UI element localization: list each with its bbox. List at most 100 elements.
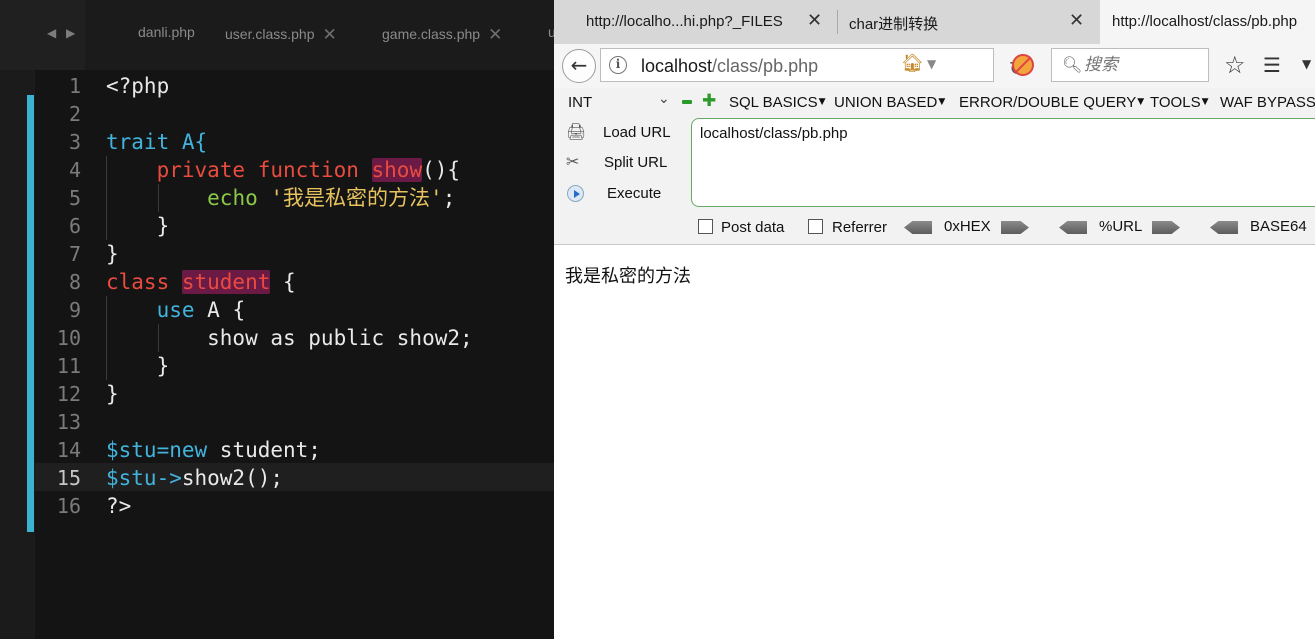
code-editor: ◀ ▶ danli.php user.class.php ✕ game.class… (0, 0, 554, 639)
back-button[interactable]: ← (562, 49, 596, 83)
close-icon[interactable]: ✕ (488, 25, 502, 45)
line-number: 14 (56, 438, 81, 462)
code-line: $stu=new student; (106, 436, 473, 464)
line-number: 8 (68, 270, 81, 294)
bookmark-star-icon[interactable]: ☆ (1224, 51, 1246, 79)
referrer-checkbox[interactable] (808, 219, 823, 234)
block-addon-icon[interactable] (1012, 54, 1034, 76)
url-decode-arrow-icon[interactable] (1059, 221, 1087, 234)
close-icon[interactable]: ✕ (323, 25, 337, 45)
hackbar-url-textarea[interactable]: localhost/class/pb.php (691, 118, 1315, 207)
browser-tab-label: char进制转换 (849, 16, 939, 33)
line-number: 16 (56, 494, 81, 518)
editor-tab[interactable]: game.class.php ✕ (382, 24, 502, 45)
line-number: 6 (68, 214, 81, 238)
code-token: <?php (106, 74, 170, 98)
split-url-button[interactable]: ✂︎ Split URL (564, 150, 694, 176)
hackbar-panel: INT ⌄ ✚ SQL BASICS▼ UNION BASED▼ ERROR/D… (554, 88, 1315, 245)
code-token: $stu=new (106, 438, 208, 462)
home-icon[interactable]: 🏠︎ (901, 53, 924, 74)
url-encoder-label: %URL (1099, 218, 1143, 235)
base64-encoder-label: BASE64 (1250, 218, 1307, 235)
browser-window: http://localho...hi.php?_FILES ✕ char进制转… (554, 0, 1315, 639)
code-area[interactable]: <?php trait A{ private function show(){ … (106, 72, 473, 520)
code-token: } (106, 354, 170, 378)
menu-waf-bypass[interactable]: WAF BYPASS▼ (1220, 94, 1315, 111)
minus-icon[interactable] (682, 100, 692, 104)
editor-tab[interactable]: user.class.php ✕ (225, 24, 337, 45)
code-line: class student { (106, 268, 473, 296)
code-token: ; (442, 186, 456, 210)
close-icon[interactable]: ✕ (807, 10, 822, 31)
type-select-value: INT (568, 94, 593, 111)
browser-tab-active[interactable]: http://localhost/class/pb.php (1100, 0, 1315, 44)
overflow-icon[interactable]: ▼ (1302, 57, 1311, 71)
dropdown-icon[interactable]: ▼ (927, 57, 936, 71)
code-line: ?> (106, 492, 473, 520)
browser-tab-strip: http://localho...hi.php?_FILES ✕ char进制转… (554, 0, 1315, 44)
post-data-label: Post data (721, 219, 785, 236)
execute-button[interactable]: Execute (564, 181, 694, 207)
load-url-button[interactable]: 🖨︎ Load URL (564, 120, 694, 146)
code-token: ?> (106, 494, 132, 518)
search-box[interactable]: 🔍︎ (1051, 48, 1209, 82)
code-line: } (106, 240, 473, 268)
tab-next-icon[interactable]: ▶ (66, 26, 75, 40)
plus-icon[interactable]: ✚ (702, 91, 716, 111)
line-number-gutter: 1 2 3 4 5 6 7 8 9 10 11 12 13 14 15 16 (35, 72, 81, 520)
scissors-icon: ✂︎ (566, 152, 580, 171)
code-token: '我是私密的方法' (270, 186, 443, 210)
library-icon[interactable]: ☰ (1263, 53, 1281, 77)
editor-tab-label: danli.php (138, 24, 195, 40)
base64-decode-arrow-icon[interactable] (1210, 221, 1238, 234)
line-number: 5 (68, 186, 81, 210)
line-number: 10 (56, 326, 81, 350)
code-token: } (106, 382, 119, 406)
hex-encode-arrow-icon[interactable] (1001, 221, 1029, 234)
load-url-icon: 🖨︎ (566, 122, 587, 141)
search-icon: 🔍︎ (1062, 55, 1083, 74)
code-token: } (106, 242, 119, 266)
menu-tools[interactable]: TOOLS▼ (1150, 94, 1209, 111)
code-token: show2(); (181, 466, 284, 490)
browser-tab-label: http://localho...hi.php?_FILES (586, 13, 783, 30)
navigation-bar: ← i localhost/class/pb.php 🏠︎ ▼ ↻ 🔍︎ ☆ ☰… (554, 44, 1315, 88)
code-token: class (106, 270, 182, 294)
info-icon[interactable]: i (609, 56, 627, 74)
code-token: trait A{ (106, 130, 208, 154)
code-token: A { (194, 298, 246, 322)
code-line: $stu->show2(); (106, 464, 473, 492)
editor-tab[interactable]: danli.php (138, 24, 195, 40)
tab-nav-arrows: ◀ ▶ (0, 0, 85, 70)
browser-tab[interactable]: http://localho...hi.php?_FILES ✕ (554, 0, 838, 44)
tab-prev-icon[interactable]: ◀ (47, 26, 56, 40)
editor-tab-bar: danli.php user.class.php ✕ game.class.php… (85, 0, 554, 70)
modified-lines-marker (27, 95, 34, 532)
type-select[interactable]: INT ⌄ (568, 91, 672, 111)
hex-decode-arrow-icon[interactable] (904, 221, 932, 234)
url-encode-arrow-icon[interactable] (1152, 221, 1180, 234)
url-host: localhost (641, 56, 713, 76)
code-token: student; (207, 438, 321, 462)
code-token: } (106, 214, 170, 238)
line-number: 3 (68, 130, 81, 154)
menu-error-double-query[interactable]: ERROR/DOUBLE QUERY▼ (959, 94, 1144, 111)
url-bar[interactable]: i localhost/class/pb.php 🏠︎ ▼ ↻ (600, 48, 1025, 82)
back-arrow-icon: ← (570, 53, 588, 77)
post-data-checkbox[interactable] (698, 219, 713, 234)
code-line: trait A{ (106, 128, 473, 156)
code-line: show as public show2; (106, 324, 473, 352)
line-number: 2 (68, 102, 81, 126)
code-token: show (371, 158, 423, 182)
browser-tab-label: http://localhost/class/pb.php (1112, 13, 1298, 30)
code-line: } (106, 212, 473, 240)
menu-union-based[interactable]: UNION BASED▼ (834, 94, 945, 111)
close-icon[interactable]: ✕ (1069, 10, 1084, 31)
search-input[interactable] (1084, 54, 1204, 76)
menu-sql-basics[interactable]: SQL BASICS▼ (729, 94, 826, 111)
url-text: localhost/class/pb.php (641, 56, 818, 77)
browser-tab[interactable]: char进制转换 ✕ (838, 0, 1098, 44)
